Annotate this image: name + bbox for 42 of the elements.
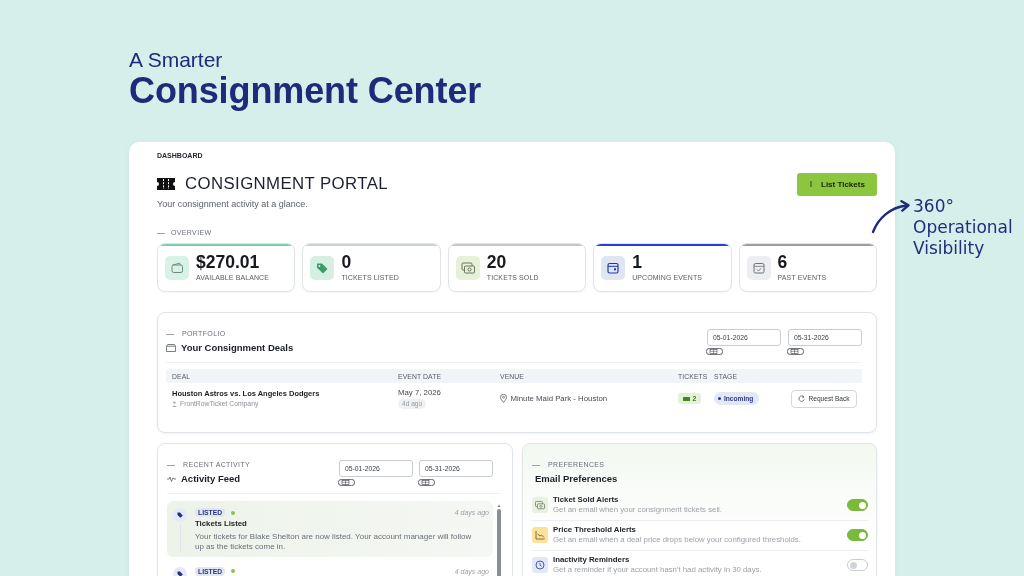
calendar-check-icon bbox=[746, 255, 771, 280]
ticket-icon bbox=[157, 178, 175, 190]
clock-icon bbox=[532, 557, 548, 573]
calendar-icon[interactable] bbox=[338, 478, 355, 486]
toggle-switch[interactable] bbox=[847, 529, 868, 541]
headline: Consignment Center bbox=[129, 72, 482, 110]
page-subtitle: Your consignment activity at a glance. bbox=[157, 198, 308, 210]
stat-value: $270.01 bbox=[196, 253, 260, 272]
tag-icon bbox=[173, 508, 187, 522]
tag-icon bbox=[173, 566, 187, 576]
stat-value: 0 bbox=[341, 253, 352, 272]
tag-icon bbox=[310, 255, 335, 280]
page-title: CONSIGNMENT PORTAL bbox=[185, 174, 388, 194]
toggle-switch[interactable] bbox=[847, 499, 868, 511]
curved-arrow bbox=[870, 200, 912, 236]
stat-value: 6 bbox=[777, 253, 788, 272]
section-title: Activity Feed bbox=[181, 472, 241, 486]
toggle-switch[interactable] bbox=[847, 559, 868, 571]
section-title: Your Consignment Deals bbox=[181, 341, 294, 355]
activity-description: Your tickets for Blake Shelton are now listed. Your account manager will follow up as the tickets come in. bbox=[195, 532, 473, 552]
annotation-text: 360° Operational Visibility bbox=[913, 196, 1014, 259]
chart-icon bbox=[532, 527, 548, 543]
refresh-icon bbox=[798, 395, 805, 402]
calendar-icon bbox=[601, 255, 626, 280]
cash-icon bbox=[532, 497, 548, 513]
pulse-icon bbox=[167, 476, 176, 482]
section-title: Email Preferences bbox=[535, 472, 618, 486]
list-tickets-button[interactable]: List Tickets bbox=[797, 172, 877, 196]
wallet-icon bbox=[165, 255, 189, 280]
folder-icon bbox=[166, 344, 176, 352]
stat-value: 1 bbox=[632, 253, 642, 272]
scrollbar[interactable] bbox=[497, 504, 501, 576]
person-icon bbox=[172, 400, 177, 407]
headline-kicker: A Smarter bbox=[129, 48, 223, 72]
ticket-icon bbox=[682, 396, 690, 401]
stat-value: 20 bbox=[486, 253, 507, 272]
calendar-icon[interactable] bbox=[706, 347, 723, 355]
calendar-icon[interactable] bbox=[418, 478, 435, 486]
calendar-icon[interactable] bbox=[787, 347, 804, 355]
status-dot-icon bbox=[718, 397, 721, 400]
cash-icon bbox=[455, 255, 480, 280]
location-pin-icon bbox=[500, 394, 507, 403]
